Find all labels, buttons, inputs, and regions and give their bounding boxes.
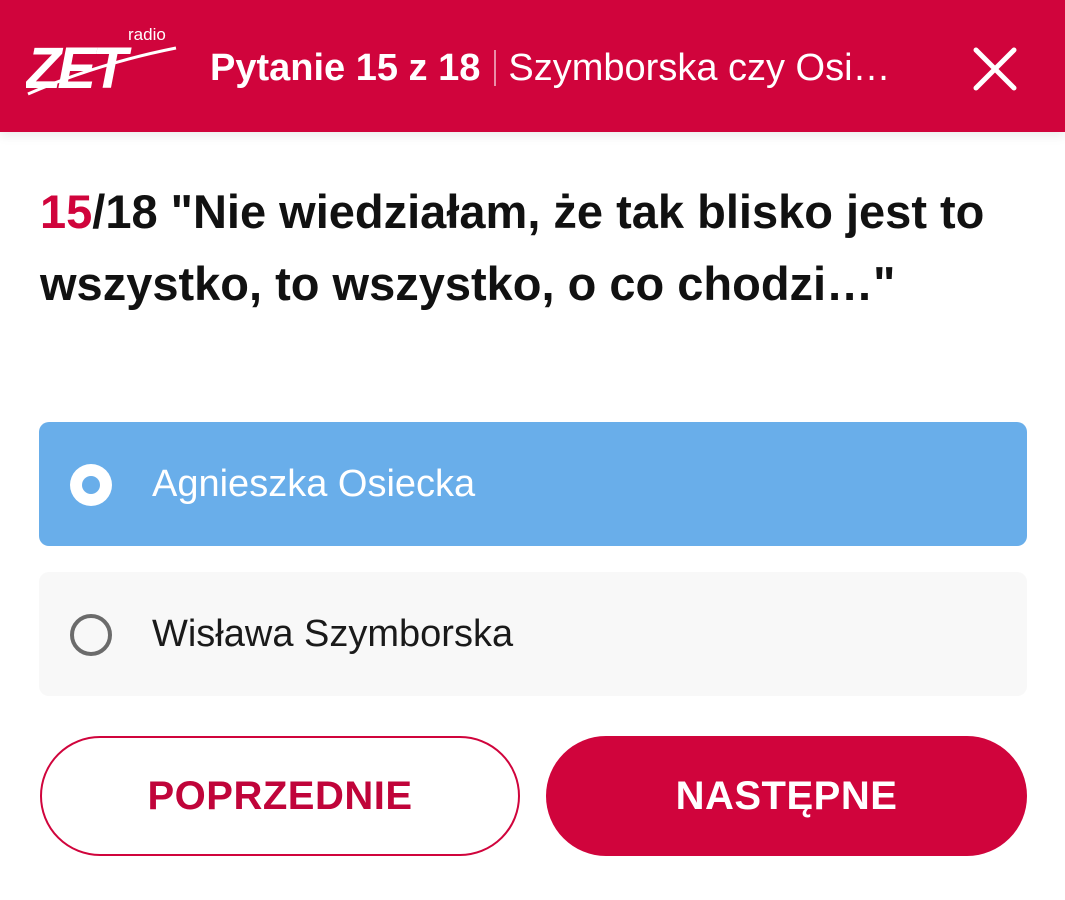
quiz-title: Szymborska czy Osi…	[508, 47, 891, 89]
answer-label: Agnieszka Osiecka	[152, 463, 476, 505]
radio-unselected-icon[interactable]	[70, 614, 112, 656]
answer-label: Wisława Szymborska	[152, 613, 514, 655]
question-counter: Pytanie 15 z 18	[210, 47, 481, 89]
previous-button[interactable]: POPRZEDNIE	[40, 736, 520, 856]
question-body: "Nie wiedziałam, że tak blisko jest to w…	[40, 185, 985, 310]
answer-option-szymborska[interactable]: Wisława Szymborska	[39, 572, 1027, 696]
question-number: 15	[40, 185, 93, 238]
header-title: Pytanie 15 z 18 Szymborska czy Osi…	[210, 42, 891, 94]
question-total: /18	[92, 185, 158, 238]
radio-zet-logo[interactable]: radio ZET	[26, 24, 186, 104]
close-button[interactable]	[966, 40, 1024, 98]
question-text: 15/18 "Nie wiedziałam, że tak blisko jes…	[40, 176, 1000, 320]
next-button[interactable]: NASTĘPNE	[546, 736, 1027, 856]
quiz-header: radio ZET Pytanie 15 z 18 Szymborska czy…	[0, 0, 1065, 132]
logo-main-text: ZET	[26, 36, 132, 101]
logo-small-text: radio	[128, 25, 166, 44]
title-divider	[494, 50, 497, 86]
radio-selected-icon[interactable]	[70, 464, 112, 506]
radio-zet-logo-icon: radio ZET	[26, 25, 177, 101]
close-icon	[973, 47, 1017, 91]
answer-option-osiecka[interactable]: Agnieszka Osiecka	[39, 422, 1027, 546]
